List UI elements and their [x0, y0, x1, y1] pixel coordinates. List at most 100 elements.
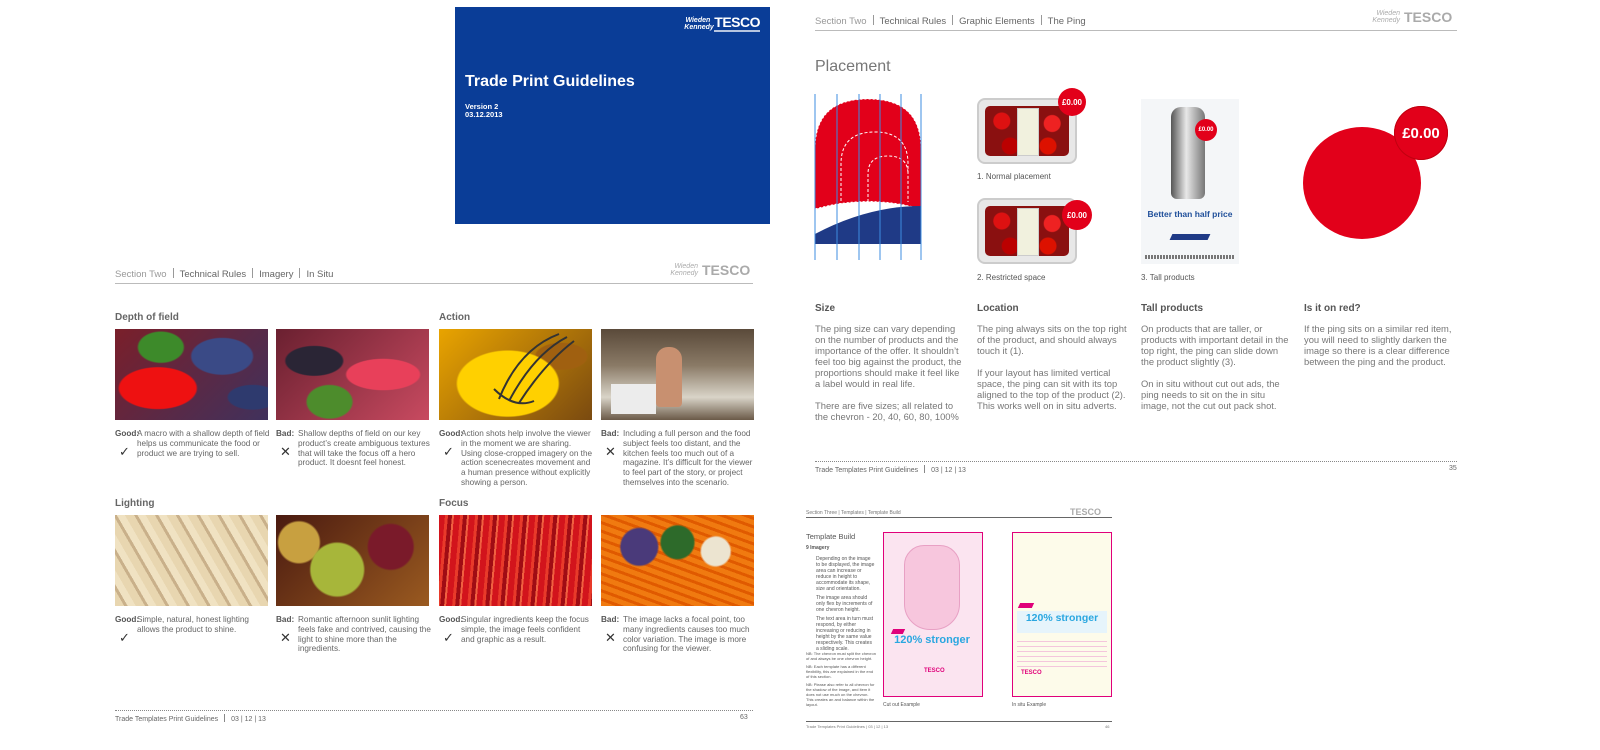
- column-body: The ping size can vary depending on the …: [815, 323, 965, 422]
- template-subhead: 9 Imagery: [806, 545, 830, 551]
- section-depth-of-field: Depth of field: [115, 312, 179, 323]
- ping-heading: Placement: [815, 58, 891, 75]
- column-paragraph: The ping size can vary depending on the …: [815, 323, 962, 389]
- column-heading: Tall products: [1141, 303, 1204, 314]
- breadcrumb-templates: Templates: [841, 510, 864, 516]
- breadcrumb-rules: Technical Rules: [179, 269, 247, 280]
- section-action: Action: [439, 312, 471, 323]
- imagery-footer-rule: [115, 710, 753, 711]
- cover-date: 03.12.2013: [465, 110, 503, 119]
- footer-title: Trade Templates Print Guidelines: [815, 467, 919, 474]
- template-paragraph: The image area should only flex by incre…: [816, 595, 873, 613]
- column-paragraph: On products that are taller, or products…: [1141, 323, 1289, 367]
- footer-date: 03 | 12 | 13: [931, 467, 966, 474]
- ping-header-rule: [815, 30, 1457, 31]
- template-breadcrumb: Section Three | Templates | Template Bui…: [806, 510, 901, 516]
- column-location: Location The ping always sits on the top…: [977, 303, 1127, 411]
- column-heading: Is it on red?: [1304, 303, 1361, 314]
- tesco-logo: TESCO: [1404, 9, 1453, 25]
- template-logo: TESCO: [1021, 670, 1042, 676]
- cross-icon: ✕: [280, 444, 291, 459]
- ping-breadcrumb: Section Two Technical Rules Graphic Elemen…: [815, 15, 1086, 27]
- caption-label: Good:: [115, 429, 140, 438]
- column-heading: Size: [815, 303, 836, 314]
- breadcrumb-the-ping: The Ping: [1047, 16, 1086, 27]
- cover-title: Trade Print Guidelines: [465, 73, 635, 90]
- column-paragraph: If the ping sits on a similar red item, …: [1304, 323, 1452, 367]
- template-page-number: 46: [1105, 724, 1110, 729]
- ping-price-normal: £0.00: [1058, 88, 1086, 116]
- mini-chevron: [1169, 234, 1211, 240]
- caption-text: Including a full person and the food sub…: [623, 429, 753, 487]
- chevron-construction-diagram: [814, 94, 922, 260]
- cross-icon: ✕: [605, 444, 616, 459]
- caption-cut-out-example: Cut out Example: [883, 702, 920, 708]
- column-paragraph: There are five sizes; all related to the…: [815, 400, 959, 422]
- template-header-rule: [806, 517, 1112, 518]
- template-paragraph: Depending on the image to be displayed, …: [816, 556, 875, 592]
- ping-footer-rule: [815, 461, 1457, 462]
- tall-product-ad: £0.00 Better than half price: [1141, 99, 1239, 264]
- wieden-kennedy-logo: Wieden Kennedy: [684, 16, 714, 31]
- cover-page: Wieden Kennedy TESCO Trade Print Guideli…: [455, 7, 770, 224]
- footer-title: Trade Templates Print Guidelines: [115, 716, 219, 723]
- wieden-kennedy-logo: Wieden Kennedy: [1372, 10, 1400, 24]
- ping-price-on-red: £0.00: [1394, 106, 1448, 160]
- caption-text: Shallow depths of field on our key produ…: [298, 429, 430, 468]
- footer-date: 03 | 12 | 13: [231, 716, 266, 723]
- imagery-footer: Trade Templates Print Guidelines 03 | 12 …: [115, 714, 266, 723]
- ping-page-number: 35: [1449, 465, 1457, 472]
- column-body: If the ping sits on a similar red item, …: [1304, 323, 1454, 367]
- footer-date: 03 | 12 | 13: [868, 724, 889, 729]
- check-icon: ✓: [119, 444, 130, 459]
- person-silhouette: [656, 347, 682, 407]
- strawberry-tray-restricted: [977, 198, 1077, 264]
- section-lighting: Lighting: [115, 498, 155, 509]
- template-footer-rule: [806, 721, 1112, 722]
- cover-version: Version 2 03.12.2013: [465, 103, 503, 119]
- photo-parsnips: [115, 515, 268, 606]
- caption-lighting-bad: Bad: Romantic afternoon sunlit lighting …: [276, 615, 431, 654]
- check-icon: ✓: [119, 630, 130, 645]
- template-headline: 120% stronger: [1017, 611, 1107, 633]
- caption-text: The image lacks a focal point, too many …: [623, 615, 750, 654]
- check-icon: ✓: [443, 630, 454, 645]
- chevron-shape: [815, 206, 921, 244]
- ping-footer: Trade Templates Print Guidelines 03 | 12 …: [815, 465, 966, 474]
- caption-in-situ-example: In situ Example: [1012, 702, 1047, 708]
- imagery-page-logo: Wieden Kennedy TESCO: [668, 262, 750, 278]
- breadcrumb-template-build: Template Build: [867, 510, 901, 516]
- wieden-kennedy-logo: Wieden Kennedy: [670, 263, 698, 277]
- column-tall-products: Tall products On products that are talle…: [1141, 303, 1291, 411]
- caption-label: Good:: [115, 615, 140, 624]
- template-in-situ: 120% stronger TESCO: [1012, 532, 1112, 697]
- breadcrumb-rules: Technical Rules: [879, 16, 947, 27]
- caption-normal-placement: 1. Normal placement: [977, 172, 1051, 181]
- caption-label: Bad:: [601, 615, 620, 624]
- stove-shape: [611, 384, 656, 414]
- column-body: On products that are taller, or products…: [1141, 323, 1291, 411]
- photo-rhubarb: [439, 515, 592, 606]
- imagery-header-rule: [115, 283, 753, 284]
- photo-mixed-vegetables: [601, 515, 754, 606]
- caption-label: Bad:: [276, 615, 295, 624]
- column-heading: Location: [977, 303, 1019, 314]
- column-size: Size The ping size can vary depending on…: [815, 303, 965, 422]
- caption-depth-bad: Bad: Shallow depths of field on our key …: [276, 429, 431, 468]
- tesco-logo: TESCO: [702, 262, 751, 278]
- column-body: The ping always sits on the top right of…: [977, 323, 1127, 411]
- whisk-illustration: [493, 333, 575, 405]
- ping-price-restricted: £0.00: [1062, 200, 1092, 230]
- caption-tall-products: 3. Tall products: [1141, 273, 1195, 282]
- template-notes: NB: The chevron must split the chevron o…: [806, 651, 876, 707]
- template-page-logo: TESCO: [1070, 507, 1102, 517]
- tall-product-small-print: [1145, 255, 1235, 259]
- imagery-page-number: 63: [740, 714, 748, 721]
- breadcrumb-section: Section Three: [806, 510, 838, 516]
- caption-label: Bad:: [601, 429, 620, 438]
- breadcrumb-section: Section Two: [115, 269, 167, 280]
- template-headline: 120% stronger: [894, 634, 970, 646]
- breadcrumb-section: Section Two: [815, 16, 867, 27]
- caption-restricted-space: 2. Restricted space: [977, 273, 1046, 282]
- cross-icon: ✕: [605, 630, 616, 645]
